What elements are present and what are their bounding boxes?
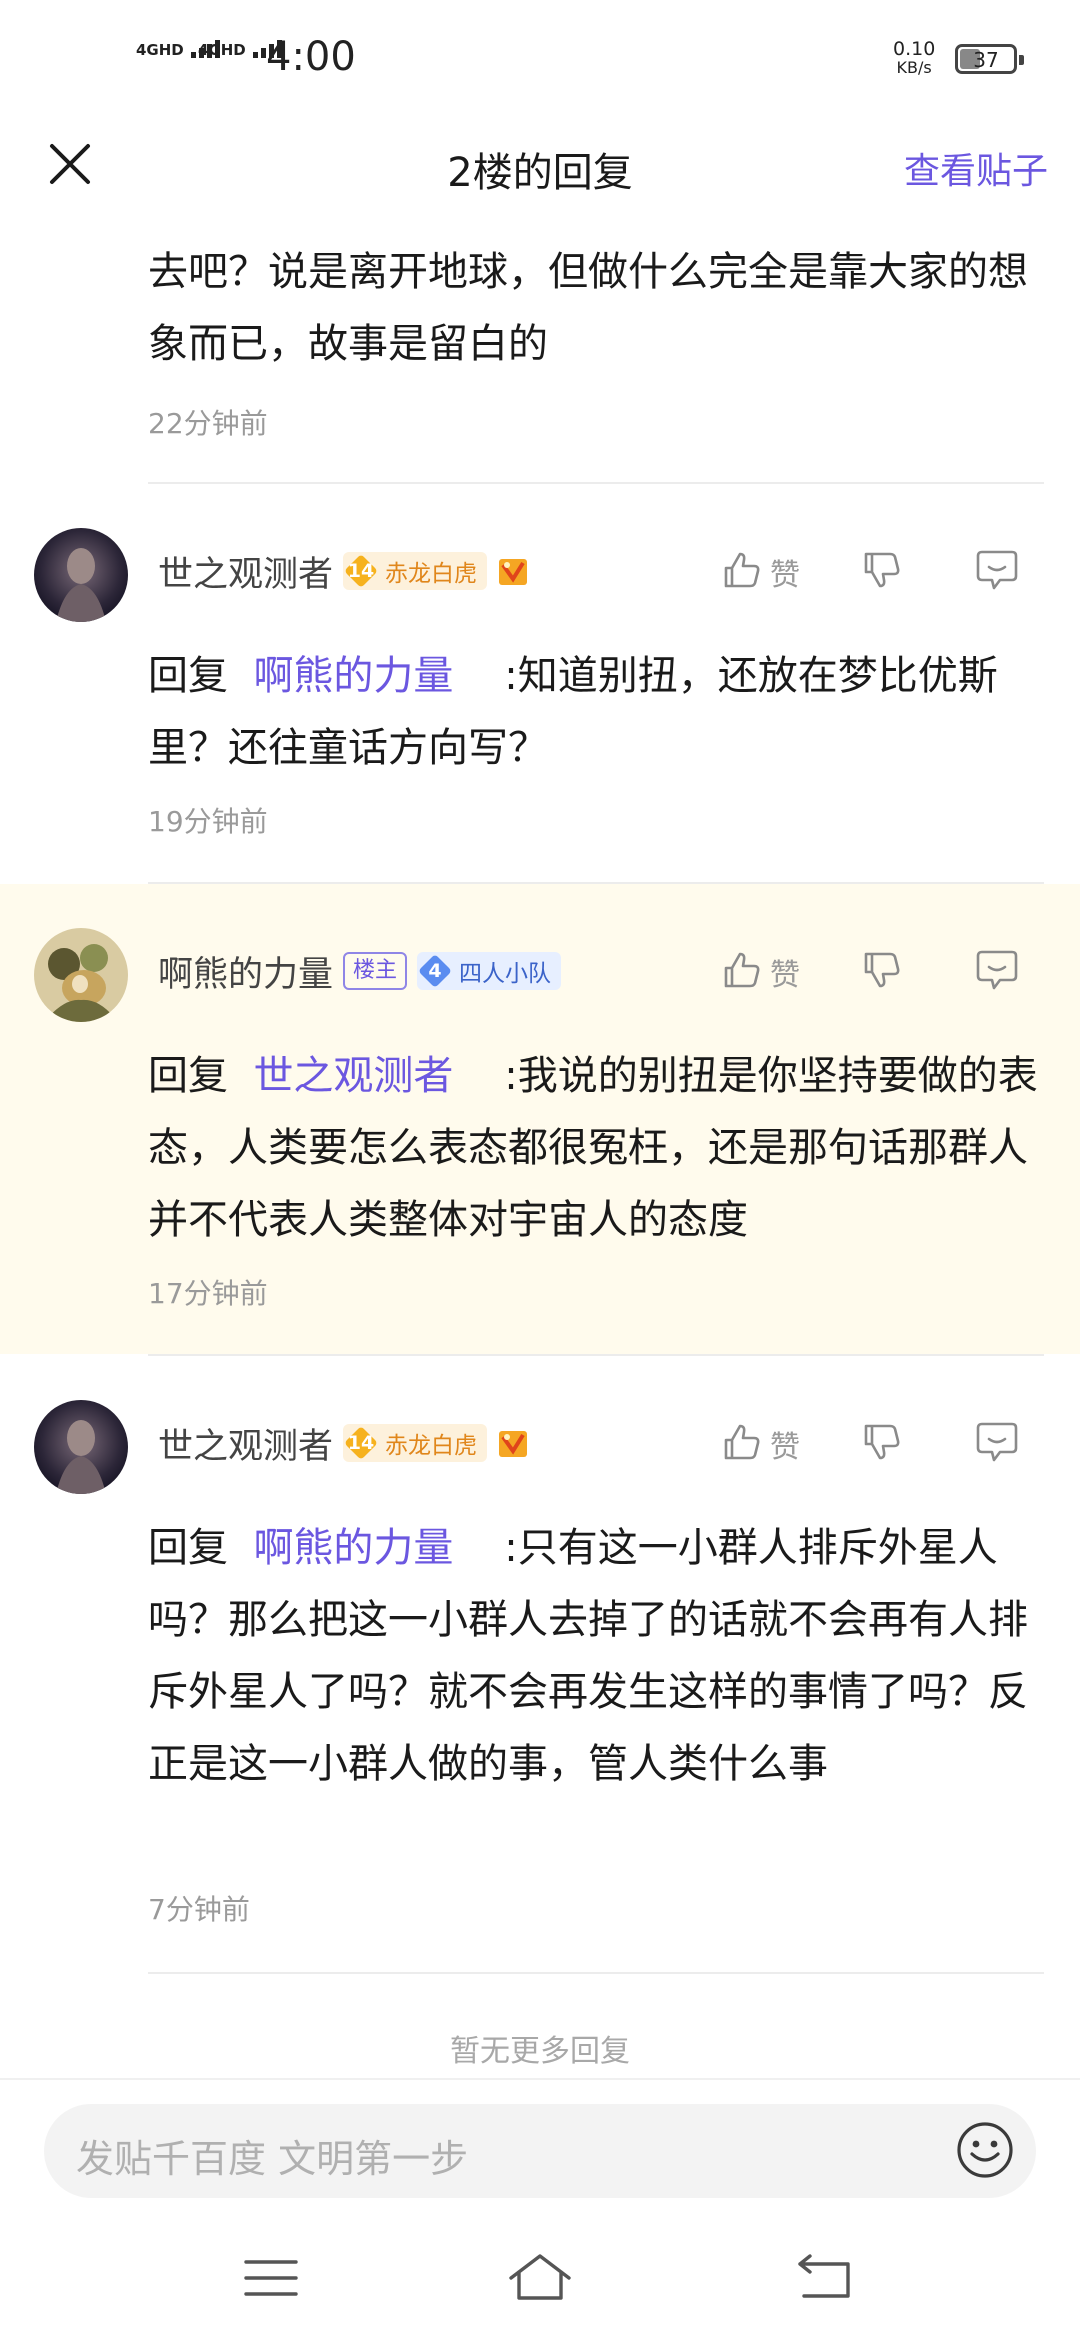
reply-prefix: 回复	[148, 1525, 228, 1571]
mention-link[interactable]: 啊熊的力量	[253, 653, 453, 699]
reply-text-partial: 去吧？说是离开地球，但做什么完全是靠大家的想象而已，故事是留白的	[148, 249, 1028, 367]
comment-icon	[974, 548, 1020, 596]
reply-actions: 赞	[720, 1414, 1080, 1474]
emoji-icon[interactable]	[954, 2119, 1016, 2181]
comment-bar: 发贴千百度 文明第一步	[0, 2078, 1080, 2218]
network-speed: 0.10 KB/s	[893, 38, 936, 77]
dislike-button[interactable]	[860, 542, 904, 602]
battery-icon: 37	[955, 44, 1024, 74]
like-button[interactable]: 赞	[720, 942, 800, 1002]
medal-icon	[497, 1427, 529, 1459]
level-number: 4	[428, 960, 442, 982]
comment-button[interactable]	[974, 942, 1020, 1002]
comment-placeholder: 发贴千百度 文明第一步	[76, 2137, 469, 2181]
like-button[interactable]: 赞	[720, 1414, 800, 1474]
like-label: 赞	[770, 558, 800, 593]
user-info: 世之观测者 14 赤龙白虎	[158, 546, 529, 596]
comment-icon	[974, 948, 1020, 996]
no-more-replies: 暂无更多回复	[450, 2034, 630, 2069]
avatar[interactable]	[34, 928, 128, 1022]
thumbs-down-icon	[860, 548, 904, 596]
thumbs-up-icon	[720, 948, 764, 996]
level-diamond-icon: 14	[343, 1425, 379, 1461]
level-badge: 14 赤龙白虎	[343, 552, 488, 590]
thumbs-up-icon	[720, 1420, 764, 1468]
user-info: 世之观测者 14 赤龙白虎	[158, 1418, 529, 1468]
thumbs-up-icon	[720, 548, 764, 596]
thumbs-down-icon	[860, 1420, 904, 1468]
comment-input[interactable]: 发贴千百度 文明第一步	[44, 2104, 1036, 2198]
like-label: 赞	[770, 1430, 800, 1465]
reply-text: 回复 啊熊的力量 :只有这一小群人排斥外星人吗？那么把这一小群人去掉了的话就不会…	[148, 1512, 1048, 1800]
view-post-link[interactable]: 查看贴子	[904, 142, 1048, 194]
comment-icon	[974, 1420, 1020, 1468]
mention-link[interactable]: 世之观测者	[253, 1053, 453, 1099]
network-speed-value: 0.10	[893, 38, 936, 60]
reply-text: 回复 啊熊的力量 :知道别扭，还放在梦比优斯里？还往童话方向写？	[148, 640, 1048, 784]
host-tag: 楼主	[343, 952, 408, 990]
reply-prefix: 回复	[148, 1053, 228, 1099]
status-bar: 4GHD 4GHD 4:00 0.10 KB/s 37	[0, 0, 1080, 118]
level-number: 14	[347, 560, 375, 582]
dislike-button[interactable]	[860, 942, 904, 1002]
like-button[interactable]: 赞	[720, 542, 800, 602]
network-speed-unit: KB/s	[896, 58, 932, 77]
thumbs-down-icon	[860, 948, 904, 996]
comment-button[interactable]	[974, 542, 1020, 602]
username[interactable]: 世之观测者	[158, 1418, 333, 1469]
level-name: 赤龙白虎	[385, 1433, 478, 1459]
username[interactable]: 啊熊的力量	[158, 946, 333, 997]
username[interactable]: 世之观测者	[158, 546, 333, 597]
avatar[interactable]	[34, 1400, 128, 1494]
avatar[interactable]	[34, 528, 128, 622]
reply-time: 17分钟前	[148, 1277, 268, 1310]
reply-time: 7分钟前	[148, 1893, 250, 1926]
system-nav-bar	[0, 2218, 1080, 2340]
reply-time: 22分钟前	[148, 407, 268, 440]
reply-actions: 赞	[720, 942, 1080, 1002]
reply-time: 19分钟前	[148, 805, 268, 838]
top-bar: 2楼的回复 查看贴子	[0, 118, 1080, 218]
reply-item: 世之观测者 14 赤龙白虎 赞 回复 啊熊的力量 :只有这一小群人排斥外星人吗？…	[0, 1356, 1080, 1966]
reply-actions: 赞	[720, 542, 1080, 602]
level-name: 赤龙白虎	[385, 561, 478, 587]
back-icon[interactable]	[790, 2248, 860, 2308]
divider	[148, 1972, 1044, 1974]
menu-icon[interactable]	[236, 2248, 306, 2308]
user-info: 啊熊的力量 楼主 4 四人小队	[158, 946, 562, 997]
level-diamond-icon: 14	[343, 553, 379, 589]
mention-link[interactable]: 啊熊的力量	[253, 1525, 453, 1571]
like-label: 赞	[770, 958, 800, 993]
reply-prefix: 回复	[148, 653, 228, 699]
battery-level: 37	[973, 48, 999, 72]
reply-item: 啊熊的力量 楼主 4 四人小队 赞 回复 世之观测者 :我说的别扭是你坚持要做的…	[0, 884, 1080, 1354]
reply-item: 世之观测者 14 赤龙白虎 赞 回复 啊熊的力量 :知道别扭，还放在梦比优斯里？…	[0, 484, 1080, 884]
level-badge: 4 四人小队	[417, 952, 562, 990]
level-badge: 14 赤龙白虎	[343, 1424, 488, 1462]
home-icon[interactable]	[505, 2248, 575, 2308]
medal-icon	[497, 555, 529, 587]
level-name: 四人小队	[459, 961, 552, 987]
level-diamond-icon: 4	[417, 953, 453, 989]
reply-text: 回复 世之观测者 :我说的别扭是你坚持要做的表态，人类要怎么表态都很冤枉，还是那…	[148, 1040, 1048, 1256]
dislike-button[interactable]	[860, 1414, 904, 1474]
comment-button[interactable]	[974, 1414, 1020, 1474]
level-number: 14	[347, 1432, 375, 1454]
clock: 4:00	[266, 34, 356, 80]
